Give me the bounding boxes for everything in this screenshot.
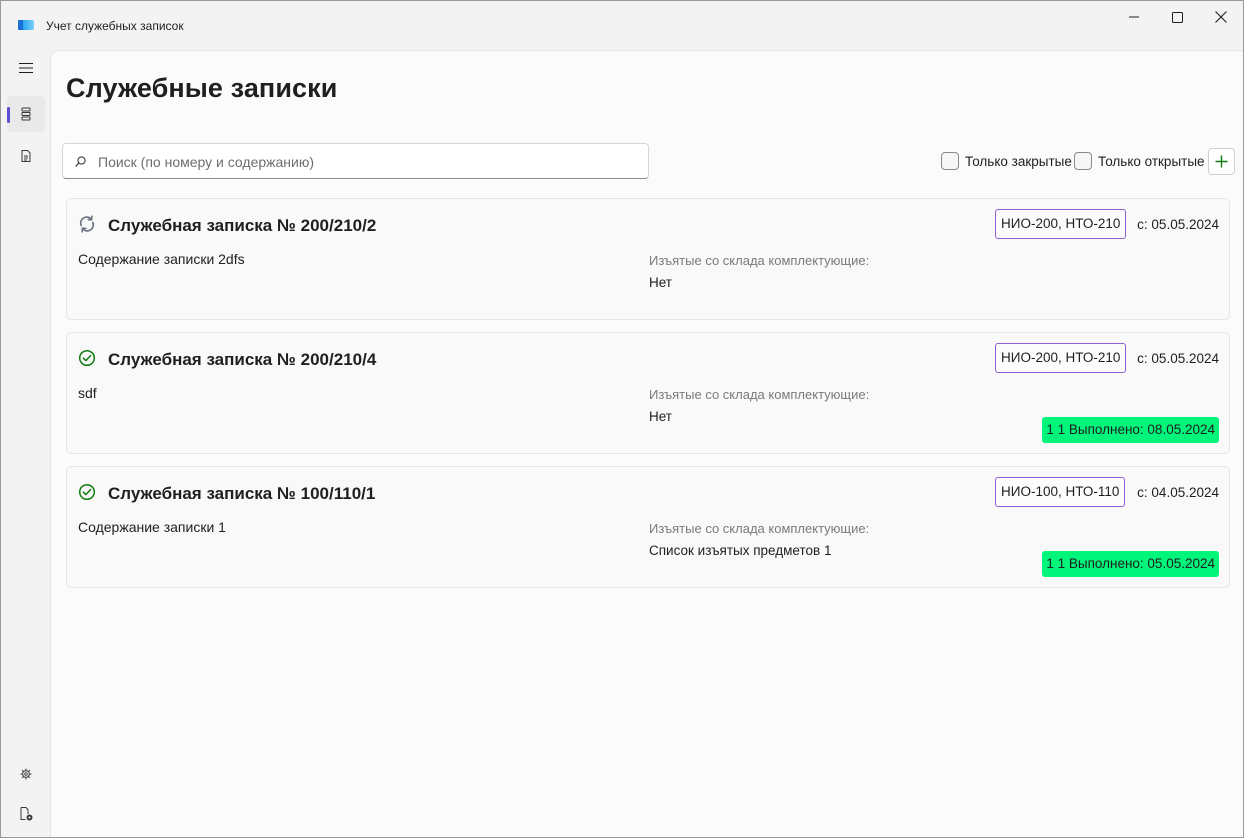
- sync-icon: [79, 215, 95, 233]
- minimize-button[interactable]: [1111, 1, 1157, 33]
- removed-items-value: Список изъятых предметов 1: [649, 543, 832, 558]
- note-title: Служебная записка № 200/210/2: [108, 216, 377, 235]
- navigation-rail: [1, 50, 50, 837]
- page-title: Служебные записки: [66, 73, 338, 103]
- maximize-icon: [1171, 11, 1183, 23]
- removed-items-label: Изъятые со склада комплектующие:: [649, 253, 870, 268]
- note-content: Содержание записки 2dfs: [78, 251, 245, 267]
- department-badge: НИО-200, НТО-210: [995, 343, 1127, 373]
- only-closed-checkbox-box[interactable]: [941, 152, 959, 170]
- nav-item-notes-list[interactable]: [7, 96, 45, 132]
- search-icon: [75, 156, 86, 167]
- window-title: Учет служебных записок: [46, 19, 184, 33]
- removed-items-value: Нет: [649, 275, 672, 290]
- hamburger-menu-icon: [19, 62, 33, 74]
- nav-item-document-settings[interactable]: [7, 796, 45, 832]
- nav-item-settings[interactable]: [7, 756, 45, 792]
- only-open-checkbox-box[interactable]: [1074, 152, 1092, 170]
- note-date: с: 05.05.2024: [1137, 217, 1219, 232]
- add-note-button[interactable]: [1208, 148, 1235, 175]
- removed-items-label: Изъятые со склада комплектующие:: [649, 521, 870, 536]
- note-card[interactable]: Служебная записка № 200/210/4 sdf Изъяты…: [66, 332, 1230, 454]
- close-icon: [1215, 11, 1227, 23]
- title-bar: Учет служебных записок: [1, 1, 1243, 50]
- gear-icon: [20, 768, 32, 780]
- list-icon: [21, 107, 31, 121]
- check-circle-icon: [78, 349, 96, 367]
- only-closed-checkbox[interactable]: Только закрытые: [941, 151, 1072, 171]
- document-settings-icon: [20, 807, 32, 821]
- note-date: с: 05.05.2024: [1137, 351, 1219, 366]
- app-window: Учет служебных записок Служебные записки…: [0, 0, 1244, 838]
- only-open-checkbox[interactable]: Только открытые: [1074, 151, 1205, 171]
- note-title: Служебная записка № 100/110/1: [108, 484, 376, 503]
- only-open-label: Только открытые: [1098, 153, 1205, 169]
- maximize-button[interactable]: [1154, 1, 1200, 33]
- minimize-icon: [1129, 16, 1139, 18]
- completed-badge: 1 1 Выполнено: 05.05.2024: [1042, 551, 1219, 577]
- plus-icon: [1215, 155, 1228, 168]
- menu-toggle-button[interactable]: [7, 50, 45, 86]
- note-title: Служебная записка № 200/210/4: [108, 350, 377, 369]
- app-logo-icon: [18, 20, 34, 30]
- only-closed-label: Только закрытые: [965, 153, 1072, 169]
- close-button[interactable]: [1198, 1, 1243, 33]
- note-content: Содержание записки 1: [78, 519, 226, 535]
- removed-items-label: Изъятые со склада комплектующие:: [649, 387, 870, 402]
- search-input[interactable]: [98, 152, 638, 172]
- document-icon: [21, 150, 31, 162]
- removed-items-value: Нет: [649, 409, 672, 424]
- nav-item-document[interactable]: [7, 138, 45, 174]
- department-badge: НИО-100, НТО-110: [995, 477, 1126, 507]
- search-box[interactable]: [62, 143, 649, 179]
- note-date: с: 04.05.2024: [1137, 485, 1219, 500]
- completed-badge: 1 1 Выполнено: 08.05.2024: [1042, 417, 1219, 443]
- note-card[interactable]: Служебная записка № 100/110/1 Содержание…: [66, 466, 1230, 588]
- note-card[interactable]: Служебная записка № 200/210/2 Содержание…: [66, 198, 1230, 320]
- note-content: sdf: [78, 385, 97, 401]
- check-circle-icon: [78, 483, 96, 501]
- department-badge: НИО-200, НТО-210: [995, 209, 1127, 239]
- main-content: Служебные записки Только закрытые Только…: [50, 50, 1243, 837]
